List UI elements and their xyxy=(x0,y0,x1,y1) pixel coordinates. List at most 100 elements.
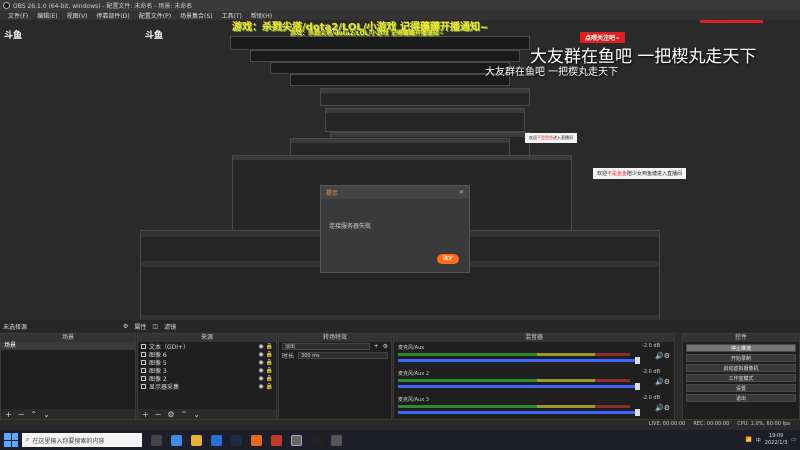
transitions-header: 转场特效 xyxy=(279,334,391,342)
filters-button[interactable]: 滤镜 xyxy=(164,322,176,331)
up-icon[interactable]: ⌃ xyxy=(30,410,37,419)
menu-view[interactable]: 视图(V) xyxy=(67,11,88,20)
edge-icon[interactable] xyxy=(171,434,182,446)
gear-icon[interactable]: ⚙ xyxy=(167,410,174,419)
start-recording-button[interactable]: 开始录制 xyxy=(686,354,796,362)
system-tray: 📶 中 19:09 2022/1/3 ▭ xyxy=(746,433,800,447)
dialog-confirm-button[interactable]: 确定 xyxy=(437,254,459,264)
game-banner-small: 游戏：杀戮尖塔/dota2/LOL/小游戏 记得薅薅开播通知~ xyxy=(290,30,444,37)
add-icon[interactable]: + xyxy=(5,410,12,419)
rec-status: REC: 00:00:00 xyxy=(693,421,730,427)
window-title: OBS 26.1.0 (64-bit, windows) - 配置文件: 未命名… xyxy=(13,3,193,10)
image-icon xyxy=(141,351,146,357)
remove-icon[interactable]: − xyxy=(18,410,25,419)
duration-label: 时长 xyxy=(282,353,295,360)
recursive-window xyxy=(250,50,520,62)
text-icon xyxy=(141,343,146,349)
eye-icon[interactable]: ◉ 🔒 xyxy=(258,351,273,358)
menu-bar: 文件(F) 编辑(E) 视图(V) 停靠部件(D) 配置文件(P) 场景集合(S… xyxy=(0,11,800,20)
mixer-panel: 混音器 麦克风/Aux -2.0 dB 🔊⚙ 麦克风/Aux 2 -2.0 dB… xyxy=(393,333,675,420)
speaker-icon[interactable]: 🔊⚙ xyxy=(655,404,670,412)
error-dialog: 提示 ✕ 连接服务器失败 确定 xyxy=(320,185,470,273)
properties-button[interactable]: 属性 xyxy=(134,322,146,331)
folder-icon[interactable] xyxy=(191,434,202,446)
down-icon[interactable]: ⌄ xyxy=(193,410,200,419)
obs-icon[interactable] xyxy=(291,434,302,446)
eye-icon[interactable]: ◉ 🔒 xyxy=(258,343,273,350)
streamer-logo-icon: 斗鱼 xyxy=(145,31,164,41)
audio-meter xyxy=(398,353,630,356)
scenes-header: 场景 xyxy=(1,334,135,342)
task-view-icon[interactable] xyxy=(151,434,162,446)
volume-slider[interactable] xyxy=(398,383,640,390)
up-icon[interactable]: ⌃ xyxy=(181,410,188,419)
status-bar: LIVE: 00:00:00 REC: 00:00:00 CPU: 1.0%, … xyxy=(0,420,800,428)
preview-canvas[interactable]: 斗鱼 斗鱼 游戏：杀戮尖塔/dota2/LOL/小游戏 记得薅薅开播通知~ 游戏… xyxy=(0,20,800,320)
clock[interactable]: 19:09 2022/1/3 xyxy=(765,433,787,447)
menu-file[interactable]: 文件(F) xyxy=(8,11,28,20)
audio-meter xyxy=(398,379,630,382)
taskbar: ⌕ 在这里输入你要搜索的内容 📶 中 19:09 2022/1/3 ▭ xyxy=(0,430,800,450)
eye-icon[interactable]: ◉ 🔒 xyxy=(258,367,273,374)
image-icon xyxy=(141,375,146,381)
menu-scene-collection[interactable]: 场景集合(S) xyxy=(180,11,213,20)
menu-profile[interactable]: 配置文件(P) xyxy=(139,11,171,20)
app-icon[interactable] xyxy=(331,434,342,446)
app-icon[interactable] xyxy=(311,434,322,446)
cpu-status: CPU: 1.0%, 60.00 fps xyxy=(737,421,790,427)
mixer-track: 麦克风/Aux 3 -2.0 dB 🔊⚙ xyxy=(394,394,674,420)
steam-icon[interactable] xyxy=(231,434,242,446)
volume-slider[interactable] xyxy=(398,357,640,364)
taskbar-search[interactable]: ⌕ 在这里输入你要搜索的内容 xyxy=(22,433,142,447)
speaker-icon[interactable]: 🔊⚙ xyxy=(655,352,670,360)
filter-icon[interactable]: ◫ xyxy=(152,323,158,330)
mixer-track: 麦克风/Aux 2 -2.0 dB 🔊⚙ xyxy=(394,368,674,394)
notification-icon[interactable]: ▭ xyxy=(791,437,796,443)
network-icon[interactable]: 📶 xyxy=(746,437,752,443)
windows-start-icon[interactable] xyxy=(4,433,18,447)
game-icon[interactable] xyxy=(271,434,282,446)
stop-streaming-button[interactable]: 停止推流 xyxy=(686,344,796,352)
speaker-icon[interactable]: 🔊⚙ xyxy=(655,378,670,386)
welcome-toast: 欢迎不是鱼鱼陪少女到鱼塘进入直播间 xyxy=(593,168,687,179)
eye-icon[interactable]: ◉ 🔒 xyxy=(258,383,273,390)
menu-tools[interactable]: 工具(T) xyxy=(222,11,242,20)
settings-button[interactable]: 设置 xyxy=(686,384,796,392)
remove-icon[interactable]: − xyxy=(155,410,162,419)
source-toolbar: 未选择源 ⚙ 属性 ◫ 滤镜 xyxy=(0,320,800,332)
eye-icon[interactable]: ◉ 🔒 xyxy=(258,359,273,366)
controls-header: 控件 xyxy=(683,334,799,342)
duration-input[interactable]: 300 ms xyxy=(298,352,388,359)
menu-docks[interactable]: 停靠部件(D) xyxy=(96,11,129,20)
welcome-toast-small: 欢迎不是鱼鱼进入直播间 xyxy=(525,133,577,143)
streamer-logo-icon: 斗鱼 xyxy=(4,31,23,41)
audio-meter xyxy=(398,405,630,408)
transition-select[interactable]: 淡出 xyxy=(282,343,370,350)
follow-banner: 点喂关注吧~ xyxy=(700,20,763,23)
recursive-window xyxy=(320,88,530,106)
close-icon[interactable]: ✕ xyxy=(459,189,464,196)
recursive-window xyxy=(325,108,525,132)
exit-button[interactable]: 退出 xyxy=(686,394,796,402)
screen: OBS 26.1.0 (64-bit, windows) - 配置文件: 未命名… xyxy=(0,0,800,450)
menu-help[interactable]: 帮助(H) xyxy=(251,11,272,20)
recursive-window xyxy=(230,36,530,50)
add-icon[interactable]: + xyxy=(142,410,149,419)
source-item[interactable]: 显示器采集 ◉ 🔒 xyxy=(138,382,276,391)
eye-icon[interactable]: ◉ 🔒 xyxy=(258,375,273,382)
mail-icon[interactable] xyxy=(211,434,222,446)
down-icon[interactable]: ⌄ xyxy=(43,410,50,419)
menu-edit[interactable]: 编辑(E) xyxy=(37,11,57,20)
volume-slider[interactable] xyxy=(398,409,640,416)
virtual-camera-button[interactable]: 启动虚拟摄像机 xyxy=(686,364,796,372)
monitor-icon xyxy=(141,383,146,389)
douyu-icon[interactable] xyxy=(251,434,262,446)
gear-icon[interactable]: ⚙ xyxy=(123,323,128,330)
no-source-label: 未选择源 xyxy=(3,323,28,331)
sources-panel: 来源 文本（GDI+） ◉ 🔒 图像 6 ◉ 🔒 图像 5 ◉ 🔒 图像 3 ◉ 🔒 图… xyxy=(137,333,277,420)
studio-mode-button[interactable]: 工作室模式 xyxy=(686,374,796,382)
ime-indicator[interactable]: 中 xyxy=(756,437,761,444)
scene-item[interactable]: 场景 xyxy=(1,342,135,350)
add-icon[interactable]: + xyxy=(374,343,379,350)
gear-icon[interactable]: ⚙ xyxy=(383,343,388,350)
